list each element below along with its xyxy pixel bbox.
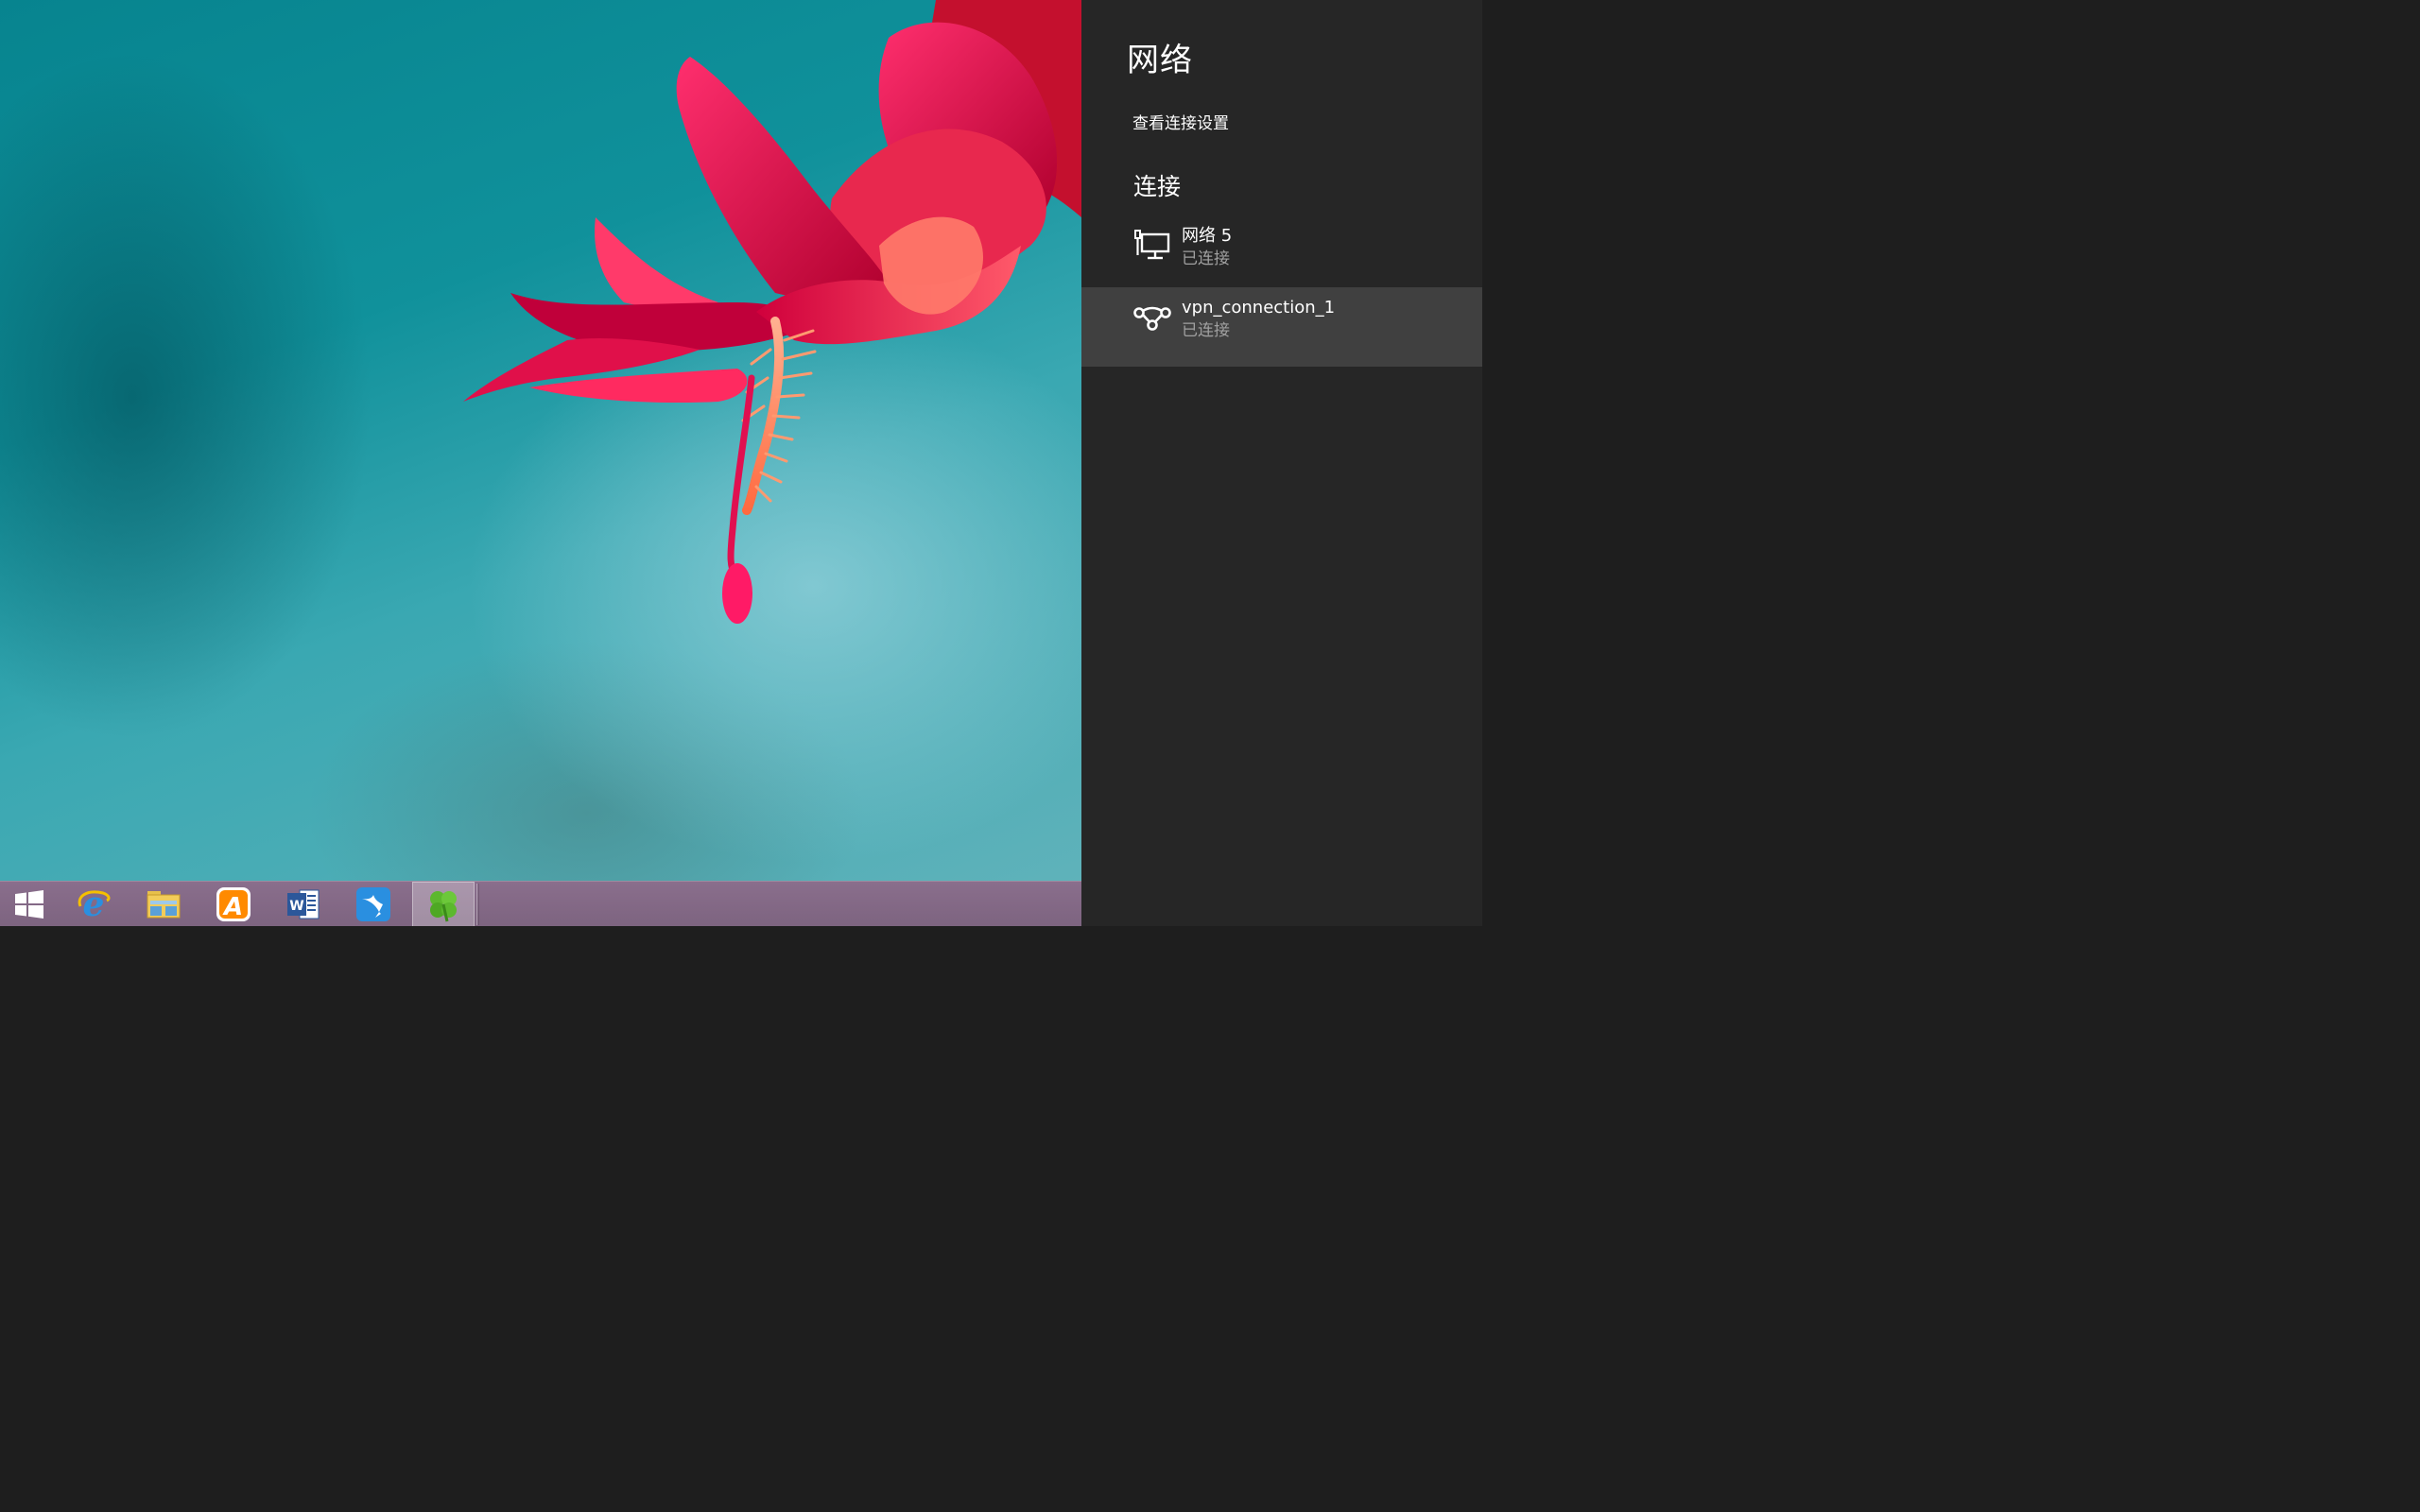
panel-title: 网络 bbox=[1127, 42, 1193, 79]
network-panel: 网络 查看连接设置 连接 网络 5 已连接 vpn_connection_1 已… bbox=[1081, 0, 1482, 926]
taskbar-word[interactable]: W bbox=[268, 882, 338, 927]
taskbar-separator bbox=[476, 883, 479, 925]
clover-app-icon bbox=[430, 890, 457, 921]
connection-item-vpn[interactable]: vpn_connection_1 已连接 bbox=[1081, 287, 1482, 367]
start-icon bbox=[15, 889, 43, 919]
desktop-wallpaper bbox=[0, 0, 1081, 881]
taskbar-bird-app[interactable] bbox=[338, 882, 408, 927]
view-connection-settings-link[interactable]: 查看连接设置 bbox=[1132, 110, 1229, 133]
taskbar-internet-explorer[interactable]: e bbox=[59, 882, 129, 927]
vpn-icon bbox=[1132, 299, 1172, 336]
taskbar-clover-app[interactable] bbox=[412, 881, 475, 926]
internet-explorer-icon: e bbox=[78, 885, 111, 923]
bird-app-icon bbox=[356, 886, 390, 921]
connection-item-ethernet[interactable]: 网络 5 已连接 bbox=[1081, 215, 1482, 295]
start-button[interactable] bbox=[0, 882, 59, 927]
connection-status: 已连接 bbox=[1182, 321, 1230, 340]
svg-text:A: A bbox=[222, 893, 243, 921]
app-store-a-icon: A bbox=[216, 886, 251, 921]
taskbar-file-explorer[interactable] bbox=[129, 882, 199, 927]
taskbar: e A W bbox=[0, 881, 1081, 926]
ethernet-icon bbox=[1132, 227, 1172, 265]
flower-image bbox=[463, 0, 1081, 624]
file-explorer-icon bbox=[147, 890, 181, 918]
screen: e A W 网络 查看连接设置 连接 网络 5 已连接 vpn_connecti… bbox=[0, 0, 1482, 926]
svg-text:W: W bbox=[289, 899, 303, 914]
word-icon: W bbox=[287, 889, 320, 919]
connection-name: 网络 5 bbox=[1182, 226, 1233, 246]
taskbar-a-app[interactable]: A bbox=[199, 882, 268, 927]
connections-section-title: 连接 bbox=[1133, 173, 1182, 200]
connection-name: vpn_connection_1 bbox=[1182, 298, 1336, 318]
connection-status: 已连接 bbox=[1182, 249, 1230, 268]
